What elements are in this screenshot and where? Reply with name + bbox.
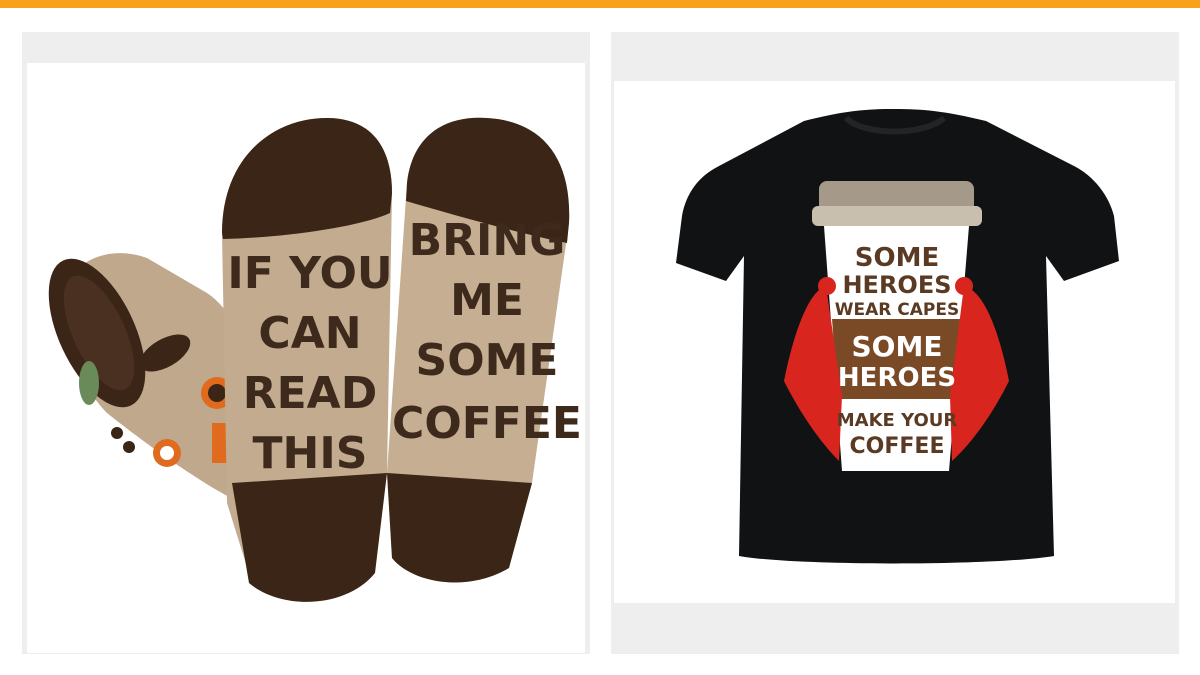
tshirt-illustration: SOME HEROES WEAR CAPES SOME HEROES MAKE … [676,109,1119,564]
sock-text-line-3: READ [243,368,378,419]
shirt-text-line-1: SOME [855,243,939,273]
product-card-tshirt[interactable]: SOME HEROES WEAR CAPES SOME HEROES MAKE … [611,32,1179,654]
standing-sock-left [222,118,392,602]
lying-sock [48,253,253,503]
sock-text-line-4: THIS [253,428,368,479]
accent-top-bar [0,0,1200,8]
product-card-socks[interactable]: IF YOU CAN READ THIS BRING ME SOME COFFE… [22,32,590,654]
sock-text-line-6: ME [450,275,524,326]
shirt-text-line-7: COFFEE [850,434,945,459]
sock-text-line-7: SOME [416,335,559,386]
shirt-text-line-5: HEROES [838,363,956,393]
product-image-tshirt[interactable]: SOME HEROES WEAR CAPES SOME HEROES MAKE … [614,81,1175,603]
shirt-text-line-3: WEAR CAPES [835,300,959,320]
sock-text-line-5: BRING [409,215,566,266]
sock-text-line-2: CAN [258,308,361,359]
shirt-text-line-2: HEROES [842,271,951,299]
product-image-socks[interactable]: IF YOU CAN READ THIS BRING ME SOME COFFE… [27,63,585,653]
socks-illustration: IF YOU CAN READ THIS BRING ME SOME COFFE… [48,117,582,602]
shirt-text-line-6: MAKE YOUR [837,410,958,431]
sock-text-line-8: COFFEE [392,398,582,449]
sock-text-line-1: IF YOU [227,248,392,299]
shirt-text-line-4: SOME [852,330,943,363]
